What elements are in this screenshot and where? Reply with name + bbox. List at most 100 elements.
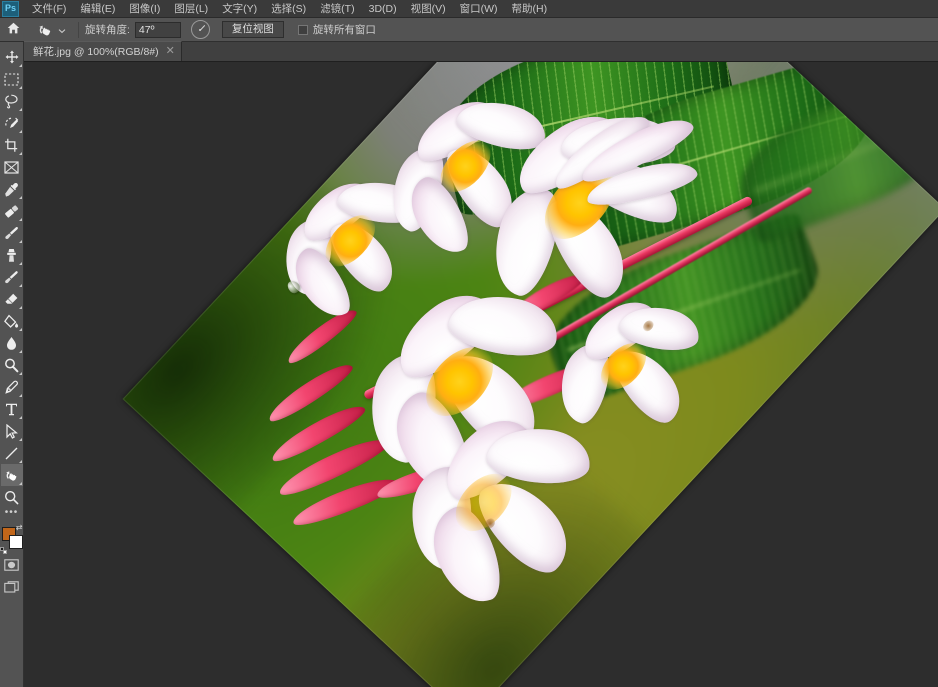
- eyedropper-icon: [5, 182, 18, 197]
- flyout-triangle-icon: [18, 108, 22, 111]
- flyout-triangle-icon: [18, 306, 22, 309]
- lasso-icon: [5, 94, 18, 109]
- blur-drop-icon: [7, 336, 16, 350]
- rotated-document-canvas[interactable]: [122, 62, 938, 687]
- brush-tool[interactable]: [1, 222, 23, 244]
- screen-mode-icon: [4, 581, 19, 593]
- menu-filter[interactable]: 滤镜(T): [313, 0, 361, 18]
- gradient-tool[interactable]: [1, 310, 23, 332]
- frame-icon: [4, 160, 19, 174]
- rotate-all-windows-label: 旋转所有窗口: [312, 24, 376, 36]
- zoom-tool[interactable]: [1, 486, 23, 508]
- menu-layer[interactable]: 图层(L): [167, 0, 215, 18]
- line-shape-icon: [5, 447, 18, 459]
- eraser-icon: [5, 293, 18, 304]
- paint-bucket-icon: [4, 314, 19, 328]
- ellipsis-icon[interactable]: •••: [5, 508, 19, 521]
- menu-bar: Ps 文件(F) 编辑(E) 图像(I) 图层(L) 文字(Y) 选择(S) 滤…: [0, 0, 938, 18]
- photoshop-logo-icon: Ps: [2, 0, 19, 17]
- history-brush-tool[interactable]: [1, 266, 23, 288]
- default-colors-icon[interactable]: [0, 547, 7, 554]
- options-bar: 旋转角度: 47º 复位视图 旋转所有窗口: [0, 18, 938, 42]
- menu-edit[interactable]: 编辑(E): [73, 0, 122, 18]
- home-button[interactable]: [0, 18, 26, 42]
- flyout-triangle-icon: [18, 350, 22, 353]
- menu-help[interactable]: 帮助(H): [505, 0, 555, 18]
- flyout-triangle-icon: [18, 438, 22, 441]
- flyout-triangle-icon: [18, 262, 22, 265]
- path-selection-tool[interactable]: [1, 420, 23, 442]
- swap-colors-icon[interactable]: ⇄: [16, 524, 23, 532]
- document-tab[interactable]: 鲜花.jpg @ 100%(RGB/8#) ✕: [24, 41, 182, 61]
- rotate-angle-input[interactable]: 47º: [134, 21, 181, 38]
- menu-view[interactable]: 视图(V): [404, 0, 453, 18]
- pen-icon: [5, 380, 18, 394]
- home-icon: [7, 21, 20, 39]
- flower-photograph: [122, 62, 938, 687]
- brush-icon: [5, 226, 18, 239]
- clone-stamp-tool[interactable]: [1, 244, 23, 266]
- document-tab-title: 鲜花.jpg @ 100%(RGB/8#): [33, 46, 159, 58]
- quick-selection-icon: [5, 117, 19, 128]
- checkbox-box[interactable]: [297, 24, 308, 35]
- menu-select[interactable]: 选择(S): [264, 0, 313, 18]
- rectangular-marquee-icon: [4, 72, 19, 86]
- reset-view-button[interactable]: 复位视图: [221, 21, 284, 38]
- menu-3d[interactable]: 3D(D): [362, 0, 404, 18]
- canvas-area[interactable]: [24, 62, 938, 687]
- rotate-view-tool-icon: [36, 20, 55, 39]
- dodge-icon: [5, 358, 19, 372]
- flyout-triangle-icon: [18, 130, 22, 133]
- flyout-triangle-icon: [18, 240, 22, 243]
- color-swatches[interactable]: ⇄: [0, 524, 24, 554]
- flyout-triangle-icon: [18, 482, 22, 485]
- menu-type[interactable]: 文字(Y): [215, 0, 264, 18]
- quick-mask-icon: [4, 559, 19, 571]
- flyout-triangle-icon: [18, 460, 22, 463]
- flyout-triangle-icon: [18, 284, 22, 287]
- rotate-angle-label: 旋转角度:: [85, 24, 130, 36]
- background-color-swatch[interactable]: [8, 535, 23, 549]
- close-icon[interactable]: ✕: [166, 46, 175, 57]
- screen-mode-button[interactable]: [1, 576, 23, 598]
- healing-brush-icon: [5, 204, 19, 218]
- flyout-triangle-icon: [18, 86, 22, 89]
- pen-tool[interactable]: [1, 376, 23, 398]
- flyout-triangle-icon: [18, 328, 22, 331]
- current-tool-selector[interactable]: [26, 18, 72, 42]
- rotate-all-windows-checkbox[interactable]: 旋转所有窗口: [297, 22, 376, 37]
- eyedropper-tool[interactable]: [1, 178, 23, 200]
- tool-preset-chevron-down-icon[interactable]: [58, 21, 66, 39]
- flyout-triangle-icon: [18, 196, 22, 199]
- rotate-view-tool-icon: [5, 471, 16, 481]
- quick-mask-button[interactable]: [1, 554, 23, 576]
- options-divider: [78, 21, 79, 38]
- menu-window[interactable]: 窗口(W): [453, 0, 505, 18]
- crop-tool[interactable]: [1, 134, 23, 156]
- photoshop-window: Ps 文件(F) 编辑(E) 图像(I) 图层(L) 文字(Y) 选择(S) 滤…: [0, 0, 938, 687]
- menu-image[interactable]: 图像(I): [122, 0, 167, 18]
- lasso-tool[interactable]: [1, 90, 23, 112]
- flyout-triangle-icon: [18, 152, 22, 155]
- menu-file[interactable]: 文件(F): [25, 0, 73, 18]
- crop-icon: [5, 138, 18, 152]
- rotate-view-tool[interactable]: [0, 464, 23, 486]
- frame-tool[interactable]: [1, 156, 23, 178]
- flyout-triangle-icon: [18, 218, 22, 221]
- dodge-tool[interactable]: [1, 354, 23, 376]
- move-tool[interactable]: [1, 46, 23, 68]
- angle-dial-icon[interactable]: [190, 20, 210, 39]
- eraser-tool[interactable]: [1, 288, 23, 310]
- flyout-triangle-icon: [18, 416, 22, 419]
- blur-tool[interactable]: [1, 332, 23, 354]
- marquee-tool[interactable]: [1, 68, 23, 90]
- path-arrow-icon: [6, 423, 18, 439]
- quick-selection-tool[interactable]: [1, 112, 23, 134]
- flyout-triangle-icon: [18, 394, 22, 397]
- type-tool[interactable]: [1, 398, 23, 420]
- spot-healing-brush-tool[interactable]: [1, 200, 23, 222]
- flyout-triangle-icon: [18, 64, 22, 67]
- line-tool[interactable]: [1, 442, 23, 464]
- move-icon: [5, 50, 18, 64]
- document-tab-bar: 鲜花.jpg @ 100%(RGB/8#) ✕: [24, 41, 938, 62]
